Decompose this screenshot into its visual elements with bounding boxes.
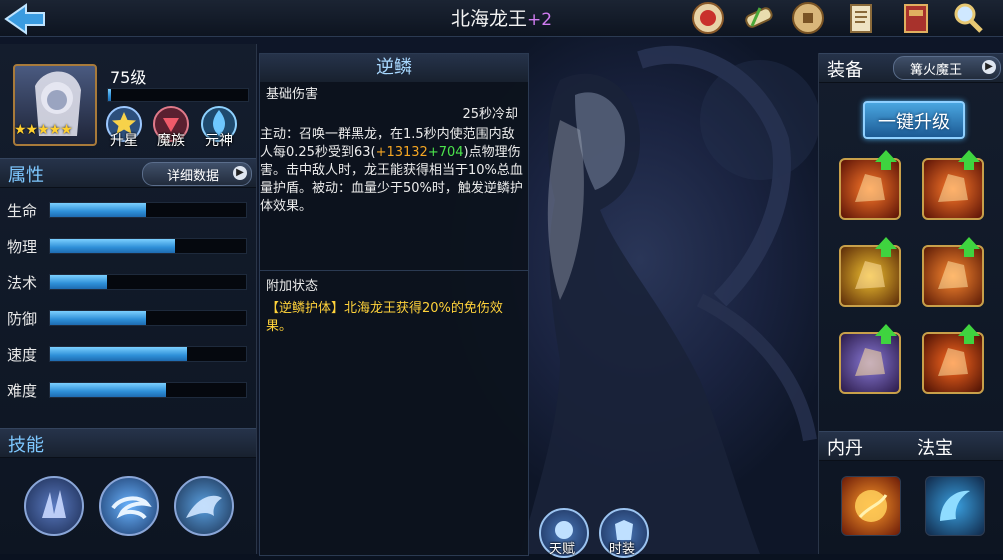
equipment-panel: 装备 篝火魔王 ▶ 一键升级 内丹 法宝 xyxy=(818,53,1003,554)
medal-icon[interactable] xyxy=(690,0,726,36)
base-damage-label: 基础伤害 xyxy=(266,87,319,102)
paper-scroll-icon[interactable] xyxy=(843,0,879,36)
upgrade-arrow-icon xyxy=(958,324,980,344)
skill-desc-magic-bonus: +704 xyxy=(427,145,464,160)
fire-orb-icon[interactable] xyxy=(841,476,901,536)
stat-bar xyxy=(49,274,247,290)
stat-bar xyxy=(49,202,247,218)
stat-bar xyxy=(49,310,247,326)
hero-level: 75级 xyxy=(110,68,147,87)
level-progress-bar xyxy=(107,88,249,102)
equipment-title: 装备 xyxy=(827,60,863,81)
chevron-right-icon: ▶ xyxy=(982,60,996,74)
attributes-title: 属性 xyxy=(8,165,44,186)
blue-claw-treasure-icon[interactable] xyxy=(925,476,985,536)
upgrade-all-button[interactable]: 一键升级 xyxy=(863,101,965,139)
stat-label: 法术 xyxy=(7,274,38,292)
coin-icon[interactable] xyxy=(790,0,826,36)
stat-bar xyxy=(49,238,247,254)
upgrade-arrow-icon xyxy=(875,150,897,170)
skill-cooldown: 25秒冷却 xyxy=(462,107,518,122)
star-badge-label: 升星 xyxy=(110,133,138,149)
skill-desc-physical-bonus: +13132 xyxy=(375,145,428,160)
extra-status-text: 【逆鳞护体】北海龙王获得20%的免伤效果。 xyxy=(266,301,503,334)
stat-label: 生命 xyxy=(7,202,38,220)
stat-label: 速度 xyxy=(7,346,38,364)
stat-label: 物理 xyxy=(7,238,38,256)
spirit-flame-label: 元神 xyxy=(205,133,233,149)
stat-bar-fill xyxy=(50,383,166,397)
scroll-icon[interactable] xyxy=(740,0,776,36)
hero-plus-level: +2 xyxy=(526,10,553,30)
demon-race-label: 魔族 xyxy=(157,133,185,149)
upgrade-all-label: 一键升级 xyxy=(878,112,950,133)
stat-bar-fill xyxy=(50,347,188,361)
skill-description: 主动：召唤一群黑龙，在1.5秒内使范围内敌人每0.25秒受到63(+13132+… xyxy=(260,126,524,216)
skills-title: 技能 xyxy=(8,435,44,456)
upgrade-arrow-icon xyxy=(875,237,897,257)
stat-bar-fill xyxy=(50,239,176,253)
stat-label: 难度 xyxy=(7,382,38,400)
hero-name: 北海龙王 xyxy=(450,8,527,30)
detail-data-button[interactable]: 详细数据 ▶ xyxy=(142,162,252,186)
costume-button-label: 时装 xyxy=(608,542,635,557)
talent-button-label: 天赋 xyxy=(548,542,575,557)
level-progress-fill xyxy=(108,89,111,101)
stat-label: 防御 xyxy=(7,310,38,328)
attributes-header: 属性 详细数据 ▶ xyxy=(0,158,256,188)
hero-star-rating: ★★★★★ xyxy=(14,122,73,138)
upgrade-arrow-icon xyxy=(958,237,980,257)
skill-detail-panel: 逆鳞 基础伤害 25秒冷却 主动：召唤一群黑龙，在1.5秒内使范围内敌人每0.2… xyxy=(259,53,529,556)
whirlwind-skill-icon[interactable] xyxy=(99,476,159,536)
upgrade-arrow-icon xyxy=(958,150,980,170)
crystal-claw-skill-icon[interactable] xyxy=(24,476,84,536)
equipment-header: 装备 篝火魔王 ▶ xyxy=(819,53,1003,83)
upgrade-arrow-icon xyxy=(875,324,897,344)
stat-bar-fill xyxy=(50,311,147,325)
detail-data-label: 详细数据 xyxy=(167,169,220,184)
core-treasure-header: 内丹 法宝 xyxy=(819,431,1003,461)
skills-header: 技能 xyxy=(0,428,256,458)
skill-detail-title: 逆鳞 xyxy=(260,54,528,82)
stat-bar xyxy=(49,346,247,362)
hero-info-panel: ★★★★★ 75级 升星 魔族 元神 属性 详细数据 ▶ 生命物理法术防御速度难… xyxy=(0,44,257,554)
equipment-set-name: 篝火魔王 xyxy=(910,63,963,78)
stat-bar-fill xyxy=(50,275,107,289)
stat-bar xyxy=(49,382,247,398)
treasure-title: 法宝 xyxy=(917,438,953,459)
inner-core-title: 内丹 xyxy=(827,438,863,459)
stat-bar-fill xyxy=(50,203,147,217)
dragon-skill-icon[interactable] xyxy=(174,476,234,536)
magnifier-icon[interactable] xyxy=(950,0,986,36)
book-icon[interactable] xyxy=(898,0,934,36)
divider xyxy=(260,270,528,271)
extra-status-label: 附加状态 xyxy=(266,279,319,294)
equipment-set-selector[interactable]: 篝火魔王 ▶ xyxy=(893,56,1001,80)
chevron-right-icon: ▶ xyxy=(233,166,247,180)
